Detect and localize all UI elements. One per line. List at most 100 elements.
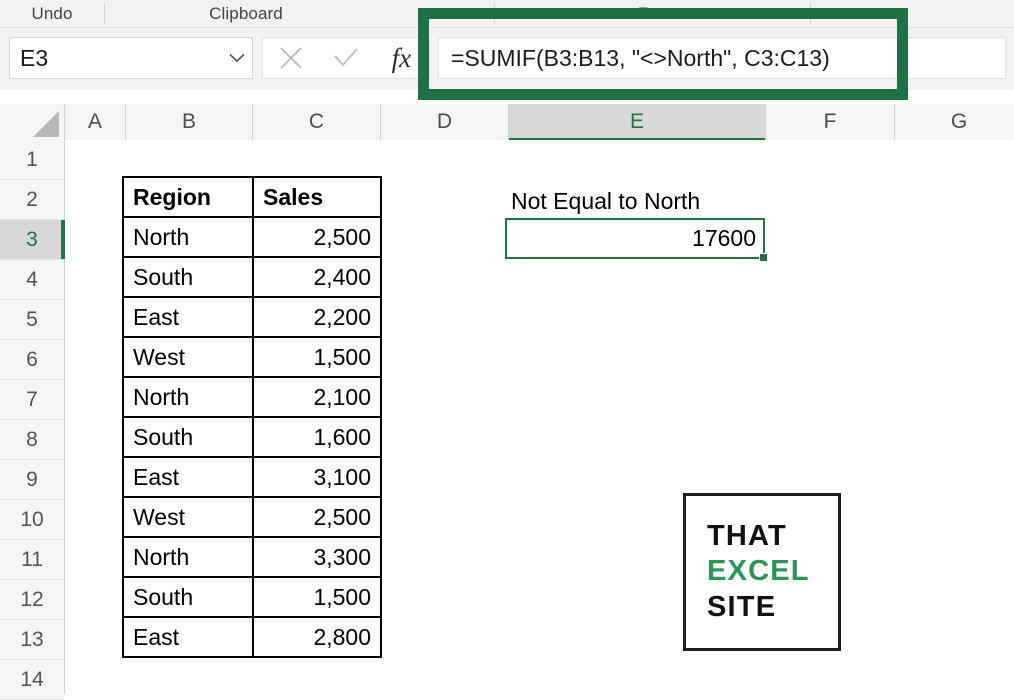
table-cell-region[interactable]: West: [123, 497, 253, 537]
row-header-8[interactable]: 8: [0, 420, 64, 460]
select-all-button[interactable]: [0, 104, 65, 140]
insert-function-icon[interactable]: fx: [374, 38, 429, 78]
ribbon-group-font-label: Font: [638, 4, 672, 24]
fx-glyph: fx: [392, 45, 412, 72]
worksheet-canvas[interactable]: RegionSalesNorth2,500South2,400East2,200…: [65, 140, 1014, 694]
row-header-label: 3: [26, 228, 38, 252]
table-cell-sales[interactable]: 2,500: [253, 497, 381, 537]
table-row: West2,500: [123, 497, 381, 537]
row-header-5[interactable]: 5: [0, 300, 64, 340]
table-row: East2,200: [123, 297, 381, 337]
row-header-label: 2: [26, 188, 38, 212]
column-header-label: F: [824, 110, 837, 134]
ribbon-group-undo[interactable]: Undo: [0, 0, 104, 27]
table-cell-region[interactable]: South: [123, 417, 253, 457]
table-row: North2,100: [123, 377, 381, 417]
result-value: 17600: [692, 225, 756, 252]
row-header-label: 8: [26, 428, 38, 452]
row-header-label: 13: [20, 628, 43, 652]
table-cell-region[interactable]: North: [123, 217, 253, 257]
ribbon-group-clipboard[interactable]: Clipboard: [105, 0, 387, 27]
column-header-c[interactable]: C: [253, 104, 381, 140]
row-header-label: 9: [26, 468, 38, 492]
row-header-label: 5: [26, 308, 38, 332]
row-header-7[interactable]: 7: [0, 380, 64, 420]
ribbon-group-clipboard-label: Clipboard: [209, 4, 283, 24]
table-row: North3,300: [123, 537, 381, 577]
row-header-label: 14: [20, 668, 43, 692]
table-cell-sales[interactable]: 2,400: [253, 257, 381, 297]
fill-handle[interactable]: [759, 253, 768, 262]
row-header-9[interactable]: 9: [0, 460, 64, 500]
formula-bar-buttons: fx: [262, 37, 430, 79]
row-header-12[interactable]: 12: [0, 580, 64, 620]
ribbon-group-undo-label: Undo: [31, 4, 72, 24]
column-header-d[interactable]: D: [381, 104, 509, 140]
row-header-label: 4: [26, 268, 38, 292]
row-header-2[interactable]: 2: [0, 180, 64, 220]
that-excel-site-logo: THAT EXCEL SITE: [683, 493, 841, 651]
column-header-label: D: [437, 110, 452, 134]
table-cell-sales[interactable]: 2,100: [253, 377, 381, 417]
ribbon-separator: [810, 3, 811, 24]
column-header-e[interactable]: E: [509, 104, 766, 140]
name-box[interactable]: E3: [9, 37, 253, 79]
table-row: South1,600: [123, 417, 381, 457]
column-header-f[interactable]: F: [766, 104, 895, 140]
row-header-column: 1234567891011121314: [0, 140, 65, 694]
result-label: Not Equal to North: [511, 188, 700, 215]
column-header-row: AB C D E F G: [0, 104, 1014, 141]
table-row: East3,100: [123, 457, 381, 497]
row-header-13[interactable]: 13: [0, 620, 64, 660]
formula-input[interactable]: =SUMIF(B3:B13, "<>North", C3:C13): [438, 37, 1006, 79]
column-header-label: C: [309, 110, 324, 134]
ribbon-strip: Undo Clipboard Font: [0, 0, 1014, 28]
row-header-label: 10: [20, 508, 43, 532]
formula-bar: E3 fx =SUMIF(B3:B13, "<>Nort: [0, 28, 1014, 90]
table-cell-region[interactable]: East: [123, 617, 253, 657]
enter-check-icon[interactable]: [318, 38, 373, 78]
table-cell-region[interactable]: South: [123, 257, 253, 297]
row-header-1[interactable]: 1: [0, 140, 64, 180]
table-header-cell[interactable]: Sales: [253, 177, 381, 217]
column-header-g[interactable]: G: [895, 104, 1014, 140]
table-row: South1,500: [123, 577, 381, 617]
table-header-row: RegionSales: [123, 177, 381, 217]
row-header-14[interactable]: 14: [0, 660, 64, 700]
table-header-cell[interactable]: Region: [123, 177, 253, 217]
row-header-label: 7: [26, 388, 38, 412]
table-cell-sales[interactable]: 3,100: [253, 457, 381, 497]
selected-cell-e3[interactable]: 17600: [505, 218, 765, 259]
row-header-label: 6: [26, 348, 38, 372]
row-header-4[interactable]: 4: [0, 260, 64, 300]
select-all-triangle-icon: [33, 111, 59, 137]
cancel-x-icon[interactable]: [263, 38, 318, 78]
logo-line-excel: EXCEL: [707, 554, 810, 589]
table-cell-sales[interactable]: 2,500: [253, 217, 381, 257]
row-header-label: 1: [26, 148, 38, 172]
row-header-6[interactable]: 6: [0, 340, 64, 380]
table-cell-region[interactable]: West: [123, 337, 253, 377]
table-cell-region[interactable]: North: [123, 377, 253, 417]
name-box-value: E3: [10, 47, 222, 70]
table-cell-sales[interactable]: 1,600: [253, 417, 381, 457]
table-cell-sales[interactable]: 1,500: [253, 337, 381, 377]
table-cell-region[interactable]: East: [123, 297, 253, 337]
table-cell-region[interactable]: North: [123, 537, 253, 577]
row-header-11[interactable]: 11: [0, 540, 64, 580]
table-row: South2,400: [123, 257, 381, 297]
excel-window: Undo Clipboard Font E3: [0, 0, 1014, 694]
row-header-3[interactable]: 3: [0, 220, 64, 260]
table-cell-region[interactable]: East: [123, 457, 253, 497]
table-cell-sales[interactable]: 3,300: [253, 537, 381, 577]
table-cell-region[interactable]: South: [123, 577, 253, 617]
column-header-a[interactable]: A: [65, 104, 126, 140]
table-cell-sales[interactable]: 1,500: [253, 577, 381, 617]
column-header-b[interactable]: B: [126, 104, 253, 140]
column-header-label: A: [88, 110, 102, 134]
table-cell-sales[interactable]: 2,200: [253, 297, 381, 337]
chevron-down-icon[interactable]: [222, 53, 252, 63]
ribbon-group-font[interactable]: Font: [500, 0, 810, 27]
table-cell-sales[interactable]: 2,800: [253, 617, 381, 657]
row-header-10[interactable]: 10: [0, 500, 64, 540]
